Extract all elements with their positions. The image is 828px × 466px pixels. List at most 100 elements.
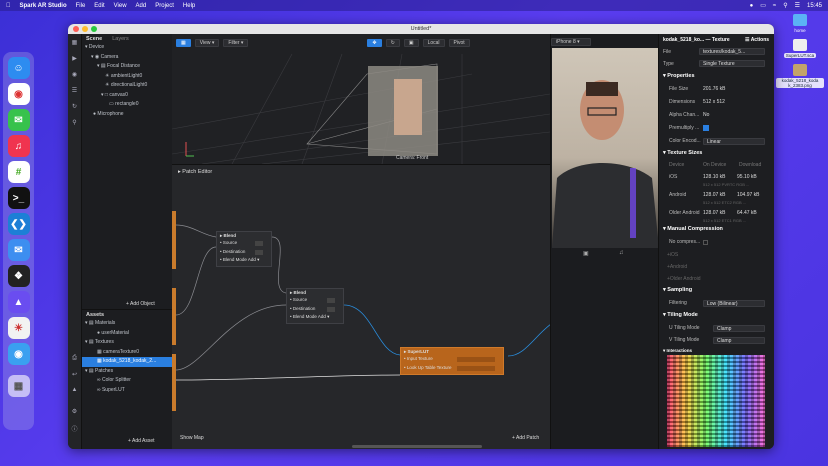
manual-ios-row[interactable]: + iOS xyxy=(667,251,774,259)
asset-camera-texture[interactable]: ▦ cameraTexture0 xyxy=(85,348,172,358)
viewport[interactable]: ▦ View ▾ Filter ▾ ✥ ↻ ▣ Local Pivot Came… xyxy=(172,34,550,164)
terminal-icon[interactable]: >_ xyxy=(7,187,30,209)
blend-node-1[interactable]: ▸ Blend • Source • Destination • Blend M… xyxy=(216,231,272,267)
menu-project[interactable]: Project xyxy=(155,3,174,9)
add-patch-button[interactable]: + Add Patch xyxy=(512,435,539,441)
menu-view[interactable]: View xyxy=(114,3,127,9)
zoom-icon[interactable] xyxy=(91,26,97,32)
u-tiling-dropdown[interactable]: Clamp xyxy=(713,325,765,332)
layout-toggle[interactable]: ▦ xyxy=(176,38,191,47)
pivot-toggle[interactable]: Pivot xyxy=(448,38,470,47)
camera-preview[interactable] xyxy=(552,48,659,248)
show-map-button[interactable]: Show Map xyxy=(180,435,204,441)
apple-icon[interactable]:  xyxy=(6,3,11,9)
asset-kodak-texture[interactable]: ▦ kodak_5218_kodak_2... xyxy=(82,357,172,367)
import-icon[interactable]: ⎙ xyxy=(72,355,77,362)
rotate-tool[interactable]: ↻ xyxy=(385,38,400,47)
move-tool[interactable]: ✥ xyxy=(367,38,382,47)
slack-icon[interactable]: # xyxy=(7,161,30,183)
patch-editor[interactable]: ▸ Patch Editor ▸ Blend • Source • Destin… xyxy=(172,164,688,449)
desktop-icon-superlut[interactable]: SuperLUT.sca xyxy=(783,53,817,58)
battery-icon[interactable]: ▭ xyxy=(760,2,766,9)
app-icon[interactable]: ☀ xyxy=(7,317,30,339)
help-icon[interactable]: ⓘ xyxy=(71,424,77,433)
mail-icon[interactable]: ✉ xyxy=(7,239,30,261)
spark-ar-icon[interactable]: ▲ xyxy=(7,291,30,313)
music-icon[interactable]: ♫ xyxy=(7,135,30,157)
messages-icon[interactable]: ✉ xyxy=(7,109,30,131)
tree-item-directional-light[interactable]: ☀ directionalLight0 xyxy=(85,81,172,91)
layers-tab[interactable]: Layers xyxy=(112,36,129,42)
file-icon[interactable] xyxy=(793,39,807,51)
export-icon[interactable]: ↩ xyxy=(72,371,77,378)
menu-add[interactable]: Add xyxy=(136,3,147,9)
finder-icon[interactable]: ☺ xyxy=(7,57,30,79)
layers-icon[interactable]: ☰ xyxy=(72,87,77,94)
tree-item-camera[interactable]: ▾ ◉ Camera xyxy=(85,53,172,63)
folder-icon[interactable] xyxy=(793,14,807,26)
color-encoding-dropdown[interactable]: Linear xyxy=(703,138,765,145)
superlut-node[interactable]: ▸ SuperLUT • Input Texture • Look Up Tab… xyxy=(400,347,504,375)
asset-folder-textures[interactable]: ▾ ▤ Textures xyxy=(85,338,172,348)
image-icon[interactable] xyxy=(793,64,807,76)
clock[interactable]: 15:45 xyxy=(807,3,822,9)
mic-icon[interactable]: ♫ xyxy=(619,250,624,256)
settings-icon[interactable]: ⚙ xyxy=(72,408,77,415)
tree-item-rectangle[interactable]: ▭ rectangle0 xyxy=(85,100,172,110)
tree-item-focal-distance[interactable]: ▾ ▤ Focal Distance xyxy=(85,62,172,72)
layout-icon[interactable]: ▦ xyxy=(72,39,78,46)
tree-item-ambient-light[interactable]: ☀ ambientLight0 xyxy=(85,72,172,82)
file-path-field[interactable]: textures/kodak_5... xyxy=(699,48,765,55)
filtering-dropdown[interactable]: Low (Bilinear) xyxy=(703,300,765,307)
record-icon[interactable]: ▣ xyxy=(583,250,589,257)
close-icon[interactable] xyxy=(73,26,79,32)
video-icon[interactable]: ▶ xyxy=(72,55,77,62)
vscode-icon[interactable]: ❮❯ xyxy=(7,213,30,235)
asset-color-splitter[interactable]: ∞ Color Splitter xyxy=(85,376,172,386)
trash-icon[interactable]: ▦ xyxy=(7,375,30,397)
manual-older-android-row[interactable]: + Older Android xyxy=(667,275,774,283)
control-center-icon[interactable]: ☰ xyxy=(795,2,800,9)
horizontal-scrollbar[interactable] xyxy=(352,445,482,448)
desktop-icon-kodak[interactable]: kodak_5218_koda k_2383.png xyxy=(776,78,824,88)
scene-header[interactable]: Scene xyxy=(86,36,102,42)
chrome-icon[interactable]: ◉ xyxy=(7,83,30,105)
app-menu[interactable]: Spark AR Studio xyxy=(20,3,67,9)
figma-icon[interactable]: ❖ xyxy=(7,265,30,287)
no-compression-checkbox[interactable] xyxy=(703,239,708,245)
wifi-icon[interactable]: ≈ xyxy=(773,3,776,9)
view-dropdown[interactable]: View ▾ xyxy=(194,38,220,47)
tree-item-canvas[interactable]: ▾ □ canvas0 xyxy=(85,91,172,101)
asset-superlut[interactable]: ∞ SuperLUT xyxy=(85,386,172,396)
menu-file[interactable]: File xyxy=(76,3,86,9)
premultiply-checkbox[interactable] xyxy=(703,125,709,131)
tree-item-microphone[interactable]: ● Microphone xyxy=(85,110,172,120)
blend-node-2[interactable]: ▸ Blend • Source • Destination • Blend M… xyxy=(286,288,344,324)
col-download: Download xyxy=(739,162,762,168)
publish-icon[interactable]: ▲ xyxy=(72,387,78,393)
manual-android-row[interactable]: + Android xyxy=(667,263,774,271)
scale-tool[interactable]: ▣ xyxy=(403,38,419,47)
search-icon[interactable]: ⚲ xyxy=(783,2,787,9)
v-tiling-dropdown[interactable]: Clamp xyxy=(713,337,765,344)
search-icon[interactable]: ⚲ xyxy=(72,119,76,126)
local-toggle[interactable]: Local xyxy=(422,38,445,47)
menu-edit[interactable]: Edit xyxy=(94,3,104,9)
asset-folder-materials[interactable]: ▾ ▤ Materials xyxy=(85,319,172,329)
add-asset-button[interactable]: + Add Asset xyxy=(128,438,155,444)
tree-item-device[interactable]: ▾ Device xyxy=(85,43,172,53)
type-dropdown[interactable]: Single Texture xyxy=(699,60,765,67)
desktop-icon-home[interactable]: home xyxy=(794,28,805,33)
menu-help[interactable]: Help xyxy=(183,3,195,9)
actions-menu[interactable]: ☰ Actions xyxy=(745,37,769,43)
tweetbot-icon[interactable]: ◉ xyxy=(7,343,30,365)
asset-folder-patches[interactable]: ▾ ▤ Patches xyxy=(85,367,172,377)
device-dropdown[interactable]: iPhone 8 ▾ xyxy=(551,38,591,46)
minimize-icon[interactable] xyxy=(82,26,88,32)
filter-dropdown[interactable]: Filter ▾ xyxy=(223,38,249,47)
status-icon[interactable]: ● xyxy=(750,3,754,9)
asset-user-material[interactable]: ● userMaterial xyxy=(85,329,172,339)
sync-icon[interactable]: ↻ xyxy=(72,103,77,110)
add-object-button[interactable]: + Add Object xyxy=(126,301,155,307)
camera-icon[interactable]: ◉ xyxy=(72,71,77,78)
